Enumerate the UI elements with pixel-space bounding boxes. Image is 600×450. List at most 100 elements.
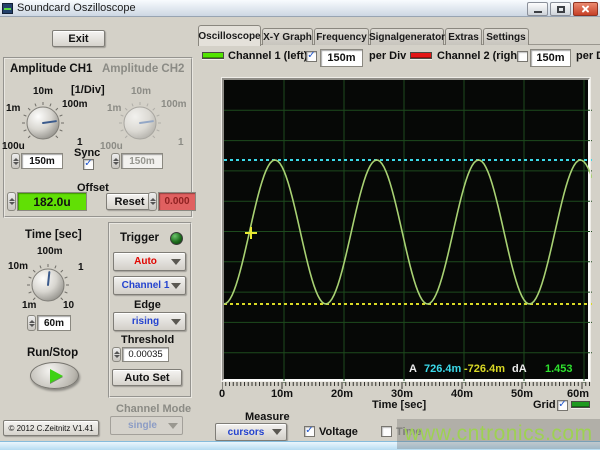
x-tick-label: 20m <box>330 388 354 400</box>
cursor-b-value: -726.4m <box>464 363 505 375</box>
x-tick-label: 0 <box>218 388 226 400</box>
threshold-value[interactable]: 0.00035 <box>122 347 169 362</box>
chevron-down-icon <box>171 318 181 325</box>
close-button[interactable] <box>573 2 598 16</box>
measure-mode-value: cursors <box>227 426 265 438</box>
knob-scale-label: 1m <box>22 300 37 311</box>
channel2-div-checkbox[interactable] <box>517 51 528 62</box>
channel-mode-dropdown[interactable]: single <box>110 416 183 435</box>
maximize-icon <box>557 6 565 13</box>
tab-frequency[interactable]: Frequency <box>314 28 369 45</box>
autoset-button[interactable]: Auto Set <box>112 369 182 386</box>
x-tick-label: 50m <box>510 388 534 400</box>
scope-display[interactable]: A 726.4m -726.4m dA 1.453 <box>221 77 593 383</box>
grid-label: Grid <box>533 399 556 411</box>
ch1-offset-value[interactable]: 182.0u <box>17 192 87 211</box>
ch1-amplitude-value[interactable]: 150m <box>21 153 63 169</box>
channel2-label: Channel 2 (right) <box>437 50 525 62</box>
edge-label: Edge <box>134 299 161 311</box>
knob-scale-label: 10 <box>63 300 75 311</box>
ch1-amplitude-stepper[interactable] <box>11 153 20 169</box>
knob-scale-label: 100u <box>2 141 25 152</box>
tab-extras[interactable]: Extras <box>445 28 482 45</box>
window-title: Soundcard Oszilloscope <box>17 2 136 14</box>
knob-scale-label: 100u <box>100 141 123 152</box>
amplitude-ch2-title: Amplitude CH2 <box>102 63 185 75</box>
knob-scale-label: 10m <box>8 261 29 272</box>
offset-reset-button[interactable]: Reset <box>106 193 153 210</box>
minimize-button[interactable] <box>527 2 548 16</box>
x-axis-title: Time [sec] <box>372 399 427 411</box>
cursor-da-label: dA <box>512 363 527 375</box>
waveform-plot <box>223 80 593 383</box>
x-tick-label: 10m <box>270 388 294 400</box>
time-title: Time [sec] <box>25 229 82 241</box>
amplitude-ch1-title: Amplitude CH1 <box>10 63 93 75</box>
trigger-title: Trigger <box>120 232 159 244</box>
app-icon <box>2 3 13 14</box>
minimize-icon <box>534 11 542 13</box>
amplitude-ch1-knob[interactable] <box>20 100 66 146</box>
time-checkbox[interactable] <box>381 426 392 437</box>
maximize-button[interactable] <box>550 2 571 16</box>
amplitude-unit-label: [1/Div] <box>71 84 105 96</box>
channel1-color-swatch <box>202 52 224 59</box>
ch1-offset-stepper[interactable] <box>7 192 16 211</box>
cursor-a-label: A <box>409 363 417 375</box>
app-window: Soundcard Oszilloscope Exit Amplitude CH… <box>0 0 600 450</box>
exit-button[interactable]: Exit <box>52 30 105 47</box>
runstop-button[interactable] <box>30 362 79 389</box>
trigger-mode-dropdown[interactable]: Auto <box>113 252 186 271</box>
channel2-perdiv-label: per Div <box>576 50 600 62</box>
sync-checkbox[interactable] <box>83 159 94 170</box>
tab-oscilloscope[interactable]: Oscilloscope <box>198 25 261 46</box>
knob-scale-label: 100m <box>161 99 187 110</box>
knob-scale-label: 100m <box>37 246 63 257</box>
time-value[interactable]: 60m <box>37 315 71 331</box>
chevron-down-icon <box>171 258 181 265</box>
chevron-down-icon <box>272 429 282 435</box>
trigger-source-dropdown[interactable]: Channel 1 <box>113 276 186 295</box>
threshold-label: Threshold <box>121 334 175 346</box>
chevron-down-icon <box>168 422 178 429</box>
knob-scale-label: 10m <box>33 86 54 97</box>
runstop-label: Run/Stop <box>27 347 79 359</box>
channel2-div-value[interactable]: 150m <box>530 49 571 67</box>
time-stepper[interactable] <box>27 315 36 331</box>
cursor-da-value: 1.453 <box>545 363 573 375</box>
tab-xy-graph[interactable]: X-Y Graph <box>262 28 313 45</box>
ch2-offset-value[interactable]: 0.000 <box>158 192 196 211</box>
grid-checkbox[interactable] <box>557 400 568 411</box>
x-tick-label: 40m <box>450 388 474 400</box>
knob-scale-label: 100m <box>62 99 88 110</box>
trigger-edge-value: rising <box>131 316 160 327</box>
watermark: www.cntronics.com <box>397 419 600 449</box>
knob-scale-label: 1 <box>78 262 84 273</box>
voltage-label: Voltage <box>319 426 358 438</box>
amplitude-ch2-knob[interactable] <box>117 100 163 146</box>
knob-scale-label: 1 <box>178 137 184 148</box>
knob-scale-label: 10m <box>131 86 152 97</box>
voltage-checkbox[interactable] <box>304 426 315 437</box>
title-bar: Soundcard Oszilloscope <box>0 0 600 17</box>
trigger-led <box>170 232 183 245</box>
channel1-div-value[interactable]: 150m <box>320 49 363 67</box>
threshold-stepper[interactable] <box>112 347 121 362</box>
copyright-label: © 2012 C.Zeitnitz V1.41 <box>3 420 99 436</box>
channel-mode-label: Channel Mode <box>116 403 192 415</box>
measure-mode-dropdown[interactable]: cursors <box>215 423 287 441</box>
chevron-down-icon <box>171 282 181 289</box>
ch2-offset-stepper[interactable] <box>148 192 157 211</box>
tab-settings[interactable]: Settings <box>483 28 529 45</box>
channel2-color-swatch <box>410 52 432 59</box>
tab-signalgenerator[interactable]: Signalgenerator <box>369 28 445 45</box>
channel1-perdiv-label: per Div <box>369 50 407 62</box>
knob-scale-label: 1m <box>107 103 122 114</box>
channel1-label: Channel 1 (left) <box>228 50 308 62</box>
channel1-div-checkbox[interactable] <box>306 51 317 62</box>
cursor-a-value: 726.4m <box>424 363 462 375</box>
trigger-source-value: Channel 1 <box>121 280 170 291</box>
ch2-amplitude-stepper[interactable] <box>111 153 120 169</box>
ch2-amplitude-value[interactable]: 150m <box>121 153 163 169</box>
trigger-edge-dropdown[interactable]: rising <box>113 312 186 331</box>
